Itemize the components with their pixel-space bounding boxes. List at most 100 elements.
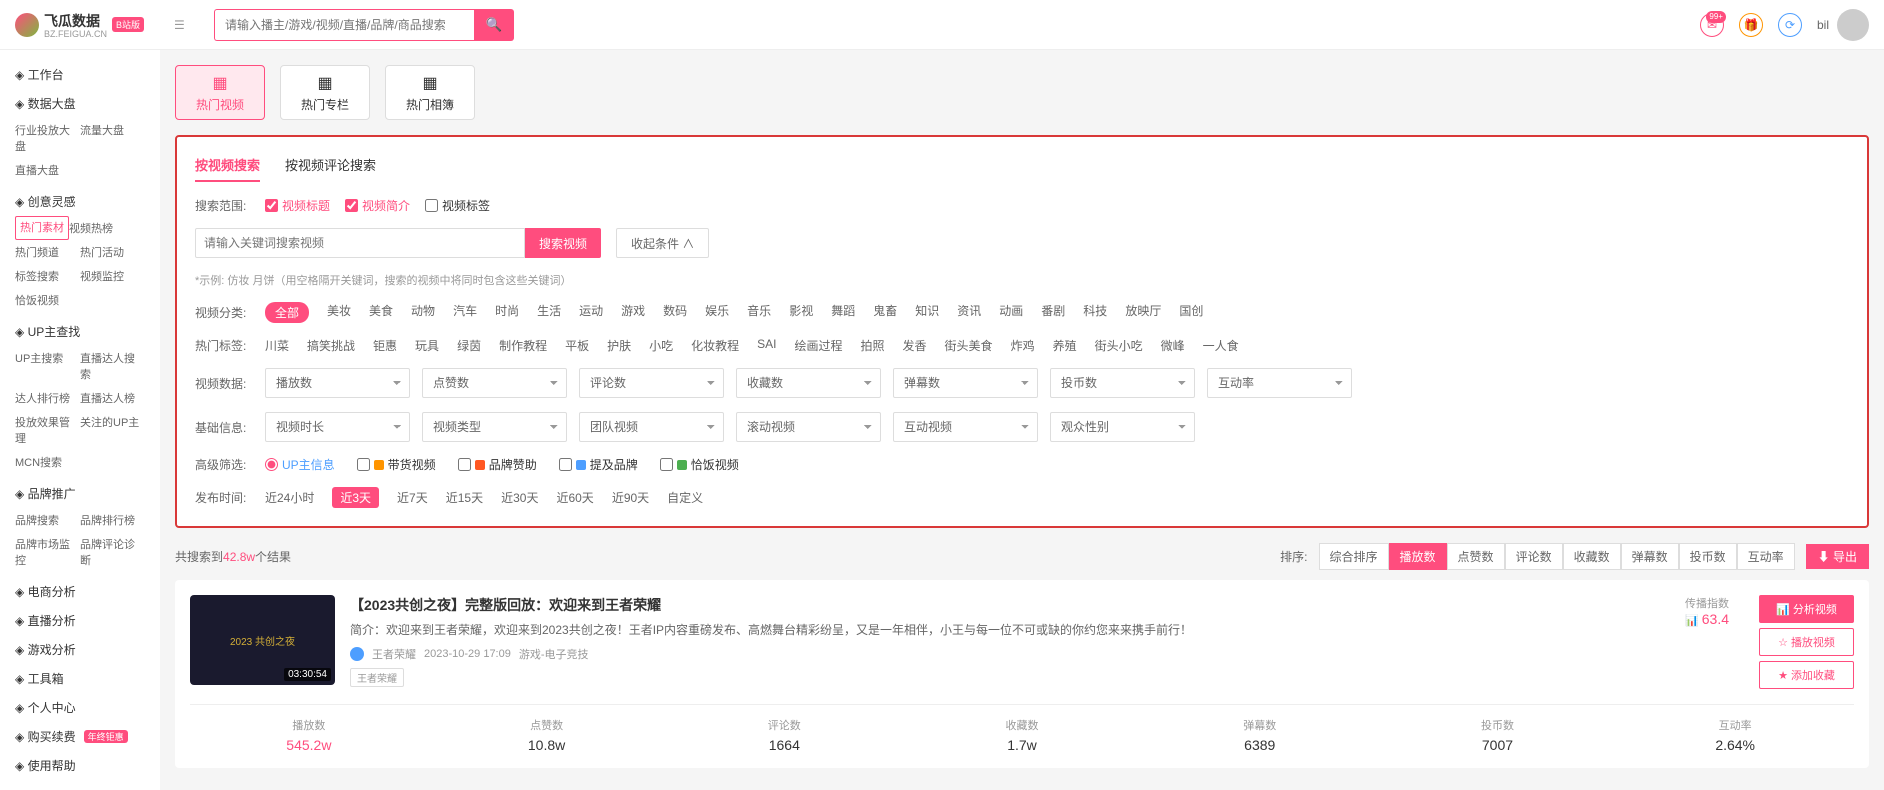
sort-option[interactable]: 点赞数 [1447, 543, 1505, 570]
sidebar-item[interactable]: 热门素材 [15, 216, 69, 240]
check-video-title[interactable]: 视频标题 [265, 197, 330, 214]
hot-tag-item[interactable]: 炸鸡 [1011, 337, 1035, 354]
sidebar-group[interactable]: ◈ 个人中心 [0, 693, 160, 722]
category-item[interactable]: 科技 [1083, 302, 1107, 323]
global-search-input[interactable] [214, 9, 474, 41]
sort-option[interactable]: 投币数 [1679, 543, 1737, 570]
sidebar-item[interactable]: 热门活动 [80, 240, 145, 264]
category-item[interactable]: 国创 [1179, 302, 1203, 323]
adv-filter-check[interactable]: 品牌赞助 [458, 456, 537, 473]
tab-search-by-video[interactable]: 按视频搜索 [195, 155, 260, 182]
hot-tag-item[interactable]: 小吃 [649, 337, 673, 354]
global-search-button[interactable]: 🔍 [474, 9, 514, 41]
data-filter-select[interactable]: 互动率 [1207, 368, 1352, 398]
category-item[interactable]: 资讯 [957, 302, 981, 323]
hot-tag-item[interactable]: 川菜 [265, 337, 289, 354]
sidebar-group[interactable]: ◈ UP主查找 [0, 317, 160, 346]
analyze-video-button[interactable]: 📊 分析视频 [1759, 595, 1854, 623]
video-thumbnail[interactable]: 2023 共创之夜 03:30:54 [190, 595, 335, 685]
category-item[interactable]: 美食 [369, 302, 393, 323]
base-filter-select[interactable]: 观众性别 [1050, 412, 1195, 442]
category-item[interactable]: 动画 [999, 302, 1023, 323]
keyword-input[interactable] [195, 228, 525, 258]
base-filter-select[interactable]: 视频时长 [265, 412, 410, 442]
category-item[interactable]: 运动 [579, 302, 603, 323]
category-item[interactable]: 鬼畜 [873, 302, 897, 323]
author-name[interactable]: 王者荣耀 [372, 646, 416, 662]
sidebar-item[interactable]: 品牌排行榜 [80, 508, 145, 532]
category-item[interactable]: 影视 [789, 302, 813, 323]
sidebar-item[interactable]: 流量大盘 [80, 118, 145, 158]
time-filter-item[interactable]: 近3天 [332, 487, 379, 508]
sidebar-item[interactable]: 恰饭视频 [15, 288, 80, 312]
time-filter-item[interactable]: 近60天 [556, 489, 593, 506]
category-item[interactable]: 知识 [915, 302, 939, 323]
hot-tag-item[interactable]: 护肤 [607, 337, 631, 354]
category-item[interactable]: 动物 [411, 302, 435, 323]
video-title[interactable]: 【2023共创之夜】完整版回放：欢迎来到王者荣耀 [350, 595, 1670, 615]
sidebar-group[interactable]: ◈ 直播分析 [0, 606, 160, 635]
hot-tag-item[interactable]: 搞笑挑战 [307, 337, 355, 354]
time-filter-item[interactable]: 近90天 [612, 489, 649, 506]
check-video-desc[interactable]: 视频简介 [345, 197, 410, 214]
sort-option[interactable]: 互动率 [1737, 543, 1795, 570]
category-item[interactable]: 番剧 [1041, 302, 1065, 323]
sidebar-group[interactable]: ◈ 电商分析 [0, 577, 160, 606]
base-filter-select[interactable]: 团队视频 [579, 412, 724, 442]
hot-tag-item[interactable]: 微峰 [1161, 337, 1185, 354]
category-item[interactable]: 音乐 [747, 302, 771, 323]
category-item[interactable]: 娱乐 [705, 302, 729, 323]
sort-option[interactable]: 评论数 [1505, 543, 1563, 570]
sidebar-group[interactable]: ◈ 使用帮助 [0, 751, 160, 780]
time-filter-item[interactable]: 近24小时 [265, 489, 314, 506]
mail-icon[interactable]: ✉99+ [1700, 13, 1724, 37]
hot-tag-item[interactable]: 钜惠 [373, 337, 397, 354]
sidebar-item[interactable]: 视频热榜 [69, 216, 134, 240]
base-filter-select[interactable]: 视频类型 [422, 412, 567, 442]
hot-tag-item[interactable]: 玩具 [415, 337, 439, 354]
time-filter-item[interactable]: 近30天 [501, 489, 538, 506]
sidebar-group[interactable]: ◈ 游戏分析 [0, 635, 160, 664]
sidebar-item[interactable]: 直播达人搜索 [80, 346, 145, 386]
hot-tag-item[interactable]: SAI [757, 337, 776, 354]
menu-toggle-icon[interactable]: ☰ [174, 18, 194, 32]
hot-tag-item[interactable]: 一人食 [1203, 337, 1239, 354]
hot-tag-item[interactable]: 街头小吃 [1095, 337, 1143, 354]
sort-option[interactable]: 收藏数 [1563, 543, 1621, 570]
hot-tag-item[interactable]: 绿茵 [457, 337, 481, 354]
export-button[interactable]: ⬇ 导出 [1806, 544, 1869, 569]
sidebar-group[interactable]: ◈ 数据大盘 [0, 89, 160, 118]
video-tag[interactable]: 王者荣耀 [350, 668, 404, 687]
category-item[interactable]: 汽车 [453, 302, 477, 323]
user-menu[interactable]: bil [1817, 9, 1869, 41]
category-item[interactable]: 游戏 [621, 302, 645, 323]
category-item[interactable]: 时尚 [495, 302, 519, 323]
sidebar-item[interactable]: 直播大盘 [15, 158, 80, 182]
sidebar-item[interactable]: UP主搜索 [15, 346, 80, 386]
sort-option[interactable]: 播放数 [1389, 543, 1447, 570]
sidebar-item[interactable]: 投放效果管理 [15, 410, 80, 450]
data-filter-select[interactable]: 投币数 [1050, 368, 1195, 398]
base-filter-select[interactable]: 互动视频 [893, 412, 1038, 442]
hot-tag-item[interactable]: 制作教程 [499, 337, 547, 354]
data-filter-select[interactable]: 收藏数 [736, 368, 881, 398]
adv-filter-check[interactable]: 恰饭视频 [660, 456, 739, 473]
time-filter-item[interactable]: 近15天 [446, 489, 483, 506]
hot-tag-item[interactable]: 街头美食 [945, 337, 993, 354]
sidebar-group[interactable]: ◈ 品牌推广 [0, 479, 160, 508]
top-tab[interactable]: ▦热门视频 [175, 65, 265, 120]
adv-filter-check[interactable]: UP主信息 [265, 456, 335, 473]
sidebar-item[interactable]: 达人排行榜 [15, 386, 80, 410]
adv-filter-check[interactable]: 带货视频 [357, 456, 436, 473]
sidebar-item[interactable]: 标签搜索 [15, 264, 80, 288]
sidebar-item[interactable]: 直播达人榜 [80, 386, 145, 410]
data-filter-select[interactable]: 播放数 [265, 368, 410, 398]
top-tab[interactable]: ▦热门专栏 [280, 65, 370, 120]
category-item[interactable]: 数码 [663, 302, 687, 323]
sidebar-item[interactable]: 关注的UP主 [80, 410, 145, 450]
sidebar-item[interactable]: 品牌评论诊断 [80, 532, 145, 572]
sort-option[interactable]: 综合排序 [1319, 543, 1389, 570]
collapse-filters-button[interactable]: 收起条件 ∧ [616, 228, 709, 258]
hot-tag-item[interactable]: 养殖 [1053, 337, 1077, 354]
category-item[interactable]: 生活 [537, 302, 561, 323]
